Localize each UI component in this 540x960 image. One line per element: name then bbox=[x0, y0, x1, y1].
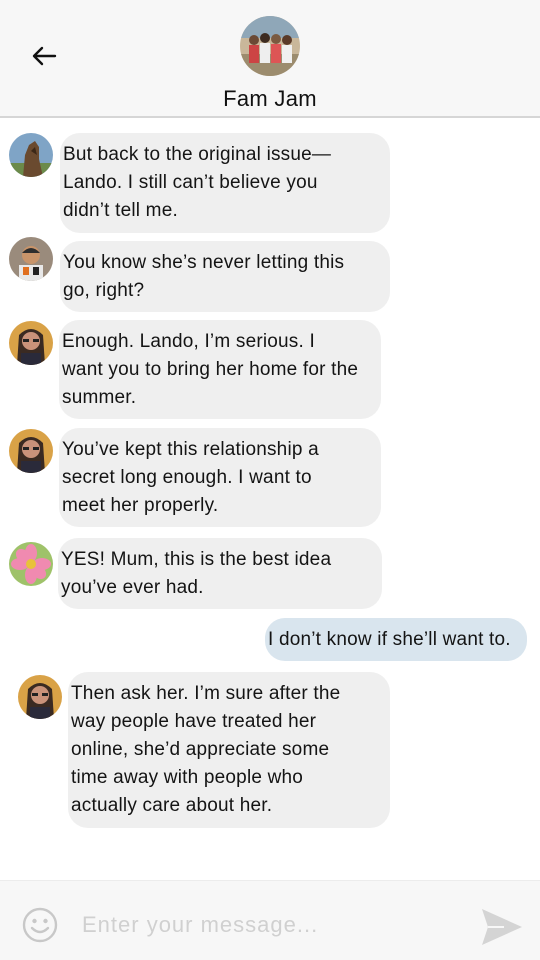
message-bubble: Enough. Lando, I’m serious. I want you t… bbox=[59, 320, 381, 419]
message-bubble: YES! Mum, this is the best idea you’ve e… bbox=[58, 538, 382, 609]
send-icon bbox=[482, 909, 522, 945]
arrow-left-icon bbox=[32, 46, 57, 66]
chat-header: Fam Jam bbox=[0, 0, 540, 118]
message-composer bbox=[0, 880, 540, 960]
message-bubble: Then ask her. I’m sure after the way peo… bbox=[68, 672, 390, 828]
woman-glasses-avatar[interactable] bbox=[18, 675, 62, 719]
message-list[interactable]: But back to the original issue— Lando. I… bbox=[0, 118, 540, 880]
horse-avatar[interactable] bbox=[9, 133, 53, 177]
message-input[interactable] bbox=[78, 905, 466, 945]
message-bubble: But back to the original issue— Lando. I… bbox=[60, 133, 390, 233]
back-button[interactable] bbox=[26, 38, 62, 74]
outgoing-message-bubble: I don’t know if she’ll want to. bbox=[265, 618, 527, 661]
chat-screen: Fam Jam But back to the original issue— … bbox=[0, 0, 540, 960]
chat-title: Fam Jam bbox=[223, 86, 317, 111]
message-bubble: You know she’s never letting this go, ri… bbox=[60, 241, 390, 312]
pink-flower-avatar[interactable] bbox=[9, 542, 53, 586]
woman-glasses-avatar[interactable] bbox=[9, 321, 53, 365]
message-bubble: You’ve kept this relationship a secret l… bbox=[59, 428, 381, 527]
smiley-icon bbox=[22, 907, 58, 943]
racing-driver-avatar[interactable] bbox=[9, 237, 53, 281]
send-button[interactable] bbox=[478, 905, 526, 949]
group-avatar[interactable] bbox=[240, 16, 300, 76]
emoji-button[interactable] bbox=[22, 907, 58, 943]
woman-glasses-avatar[interactable] bbox=[9, 429, 53, 473]
